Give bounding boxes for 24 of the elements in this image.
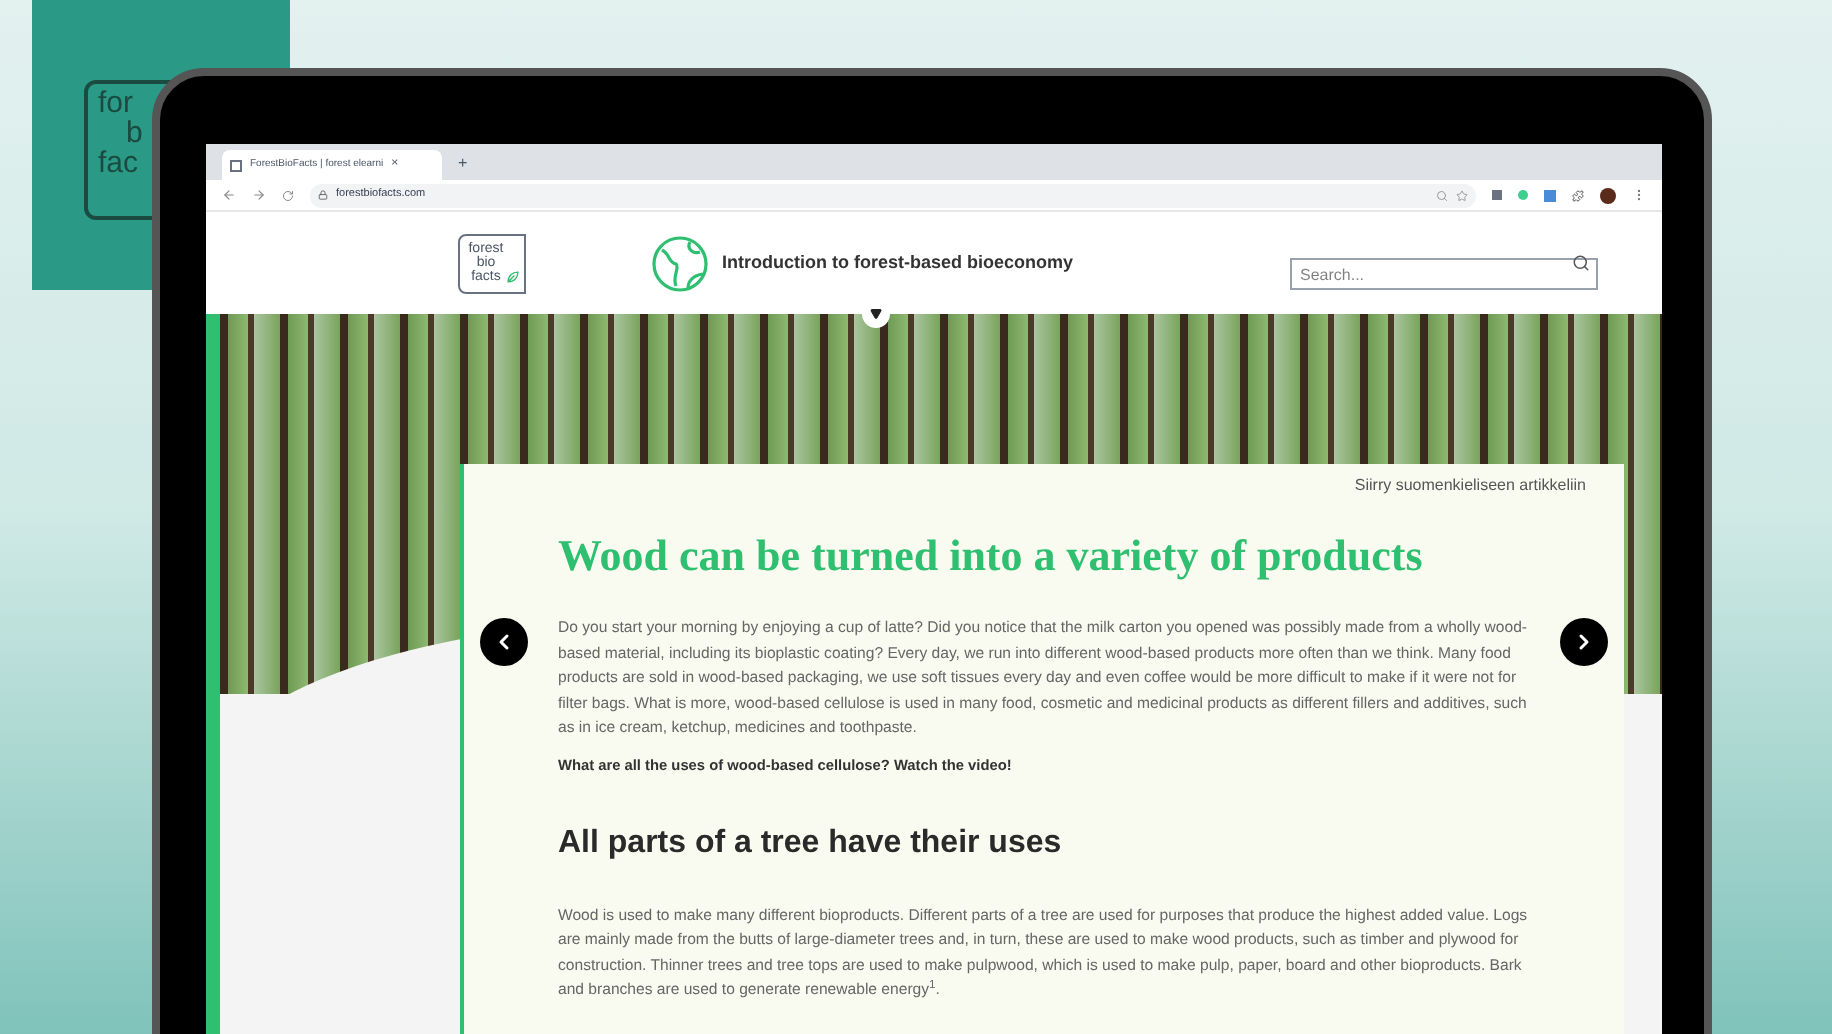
- article-title: Wood can be turned into a variety of products: [558, 528, 1425, 584]
- search-icon[interactable]: [1572, 253, 1590, 271]
- course-title: Introduction to forest-based bioeconomy: [722, 249, 1074, 276]
- language-link[interactable]: Siirry suomenkieliseen artikkeliin: [1354, 474, 1586, 498]
- favicon-icon: [230, 159, 242, 171]
- star-icon[interactable]: [1456, 189, 1468, 201]
- back-icon[interactable]: [222, 188, 236, 202]
- puzzle-icon[interactable]: [1572, 189, 1584, 201]
- caret-icon: [870, 308, 882, 320]
- leaf-icon: [505, 269, 520, 283]
- lock-icon: [318, 190, 328, 200]
- logo-text: fac: [98, 148, 139, 178]
- menu-icon[interactable]: [1632, 188, 1646, 202]
- avatar-icon[interactable]: [1600, 187, 1616, 203]
- logo-text: for: [98, 88, 134, 118]
- section-title: All parts of a tree have their uses: [558, 823, 1064, 864]
- reload-icon[interactable]: [282, 189, 294, 201]
- globe-icon: [650, 233, 710, 293]
- extension-icon[interactable]: [1544, 189, 1556, 201]
- forward-icon[interactable]: [252, 188, 266, 202]
- logo-text: b: [126, 118, 143, 148]
- search-field[interactable]: Search...: [1290, 258, 1598, 290]
- new-tab-button[interactable]: +: [458, 152, 468, 180]
- extension-icon[interactable]: [1518, 190, 1528, 200]
